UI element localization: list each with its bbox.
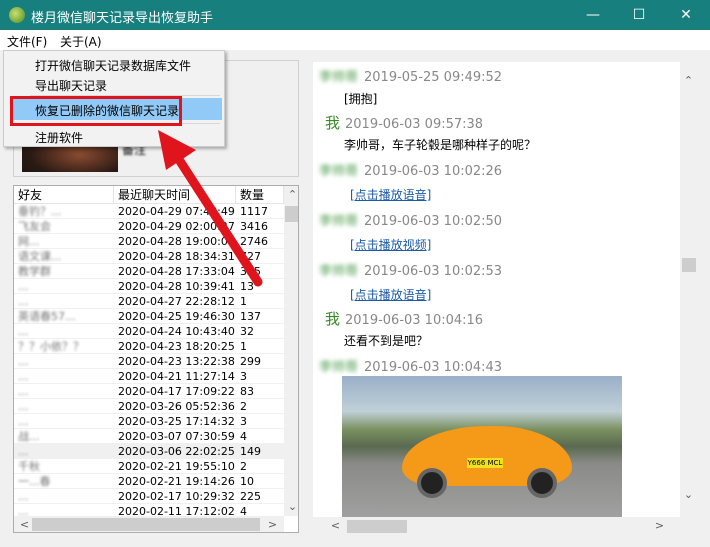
annotation-arrow-icon [158, 130, 263, 287]
